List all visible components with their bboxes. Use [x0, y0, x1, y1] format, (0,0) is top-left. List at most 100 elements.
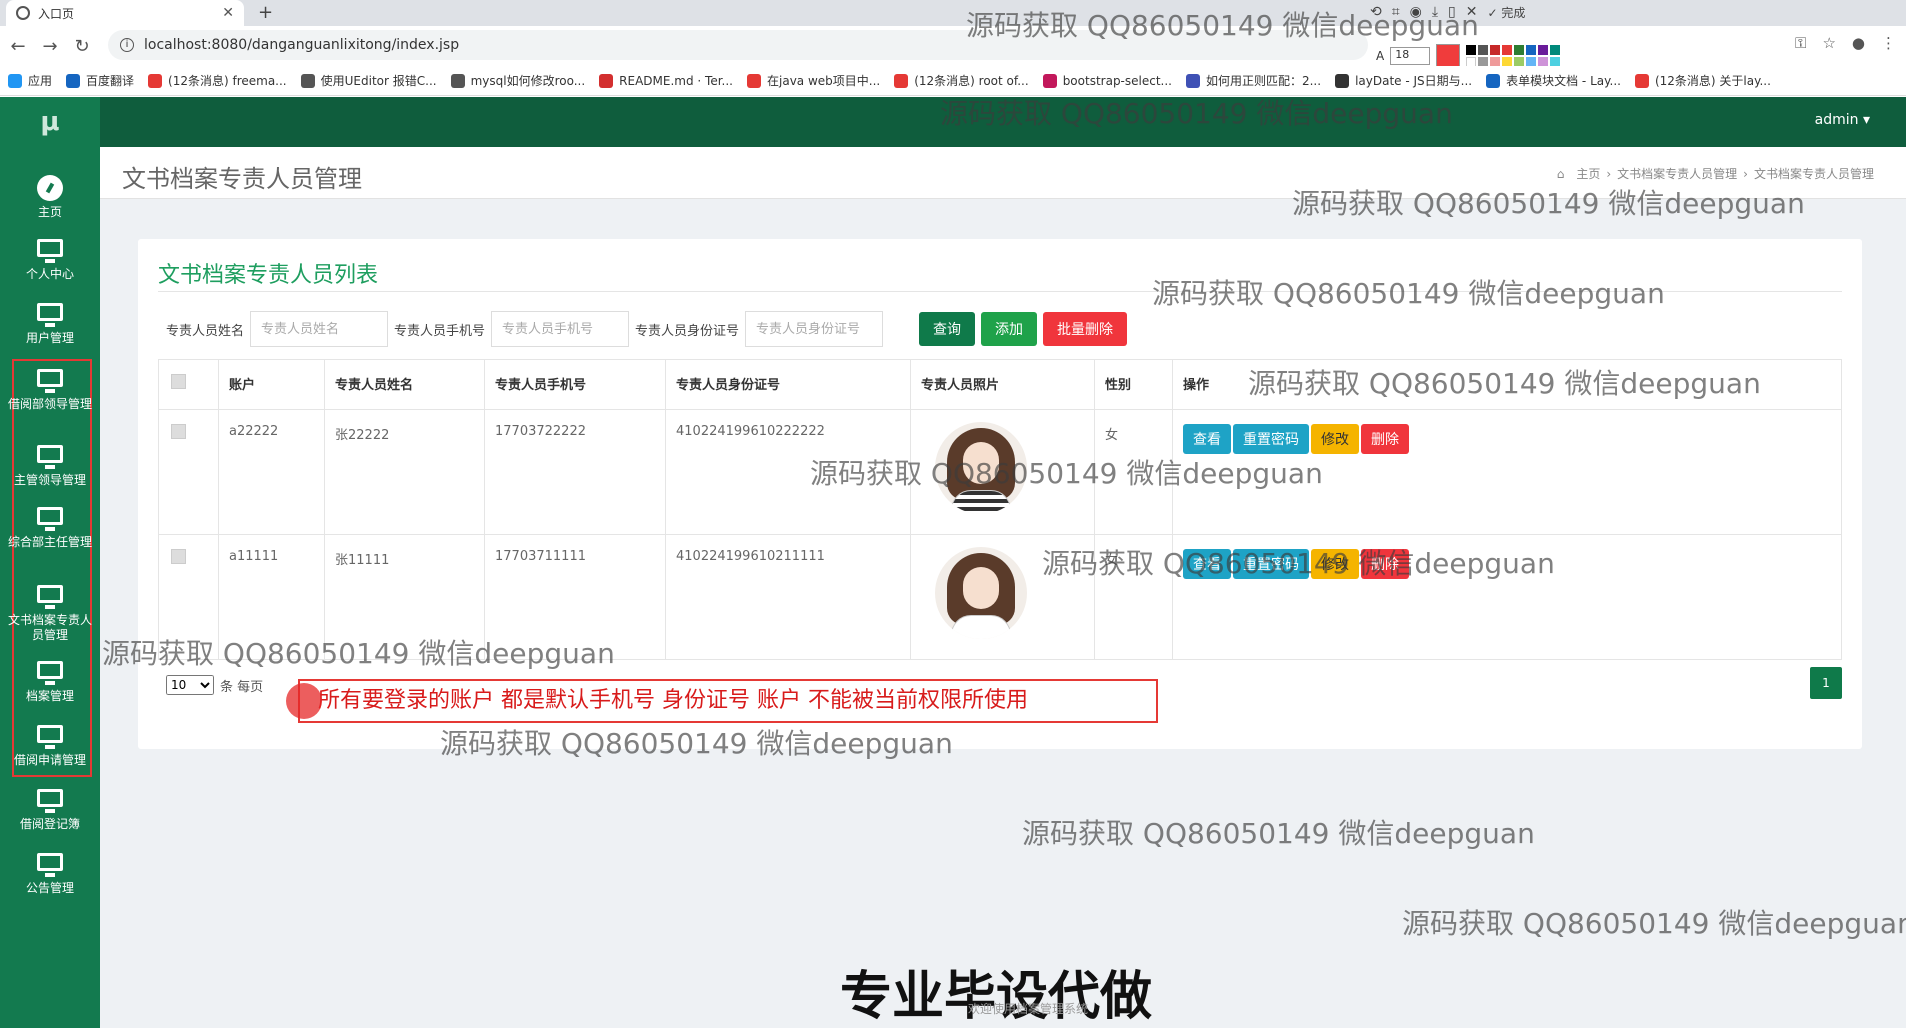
- col-name: 专责人员姓名: [324, 359, 485, 410]
- delete-button[interactable]: 删除: [1361, 549, 1409, 579]
- forward-icon[interactable]: →: [36, 36, 64, 57]
- browser-tab[interactable]: 入口页 ✕: [6, 0, 244, 26]
- breadcrumb-current: 文书档案专责人员管理: [1753, 167, 1874, 181]
- sidebar-item-label: 借阅部领导管理: [8, 397, 93, 411]
- extension-toolbar: ⟲ ⌗ ◉ ⤓ ▯ ✕ ✓ 完成: [1370, 4, 1525, 21]
- sidebar-item-7[interactable]: 档案管理: [0, 661, 100, 704]
- user-menu[interactable]: admin ▾: [1815, 112, 1870, 128]
- breadcrumb-section[interactable]: 文书档案专责人员管理: [1617, 167, 1737, 181]
- name-search-input[interactable]: [250, 311, 389, 347]
- info-icon[interactable]: i: [120, 38, 134, 52]
- bookmark-item[interactable]: layDate - JS日期与...: [1335, 72, 1472, 89]
- monitor-icon: [37, 445, 63, 469]
- new-tab-icon[interactable]: +: [258, 2, 273, 23]
- list-title: 文书档案专责人员列表: [158, 263, 379, 288]
- address-bar: ← → ↻ i localhost:8080/danganguanlixiton…: [0, 26, 1906, 66]
- sidebar-item-10[interactable]: 公告管理: [0, 853, 100, 896]
- row-checkbox[interactable]: [171, 424, 186, 439]
- cell-idcard: 410224199610222222: [665, 409, 911, 535]
- sidebar-item-9[interactable]: 借阅登记簿: [0, 789, 100, 832]
- bookmark-icon[interactable]: ▯: [1448, 4, 1456, 21]
- back-icon[interactable]: ←: [4, 36, 32, 57]
- cell-gender: 女: [1094, 409, 1173, 535]
- rotate-icon[interactable]: ⟲: [1370, 4, 1382, 21]
- bookmark-item[interactable]: (12条消息) freema...: [148, 72, 287, 89]
- reload-icon[interactable]: ↻: [68, 36, 96, 57]
- query-button[interactable]: 查询: [919, 312, 976, 346]
- delete-button[interactable]: 删除: [1361, 424, 1409, 454]
- bookmarks-bar: 应用 百度翻译 (12条消息) freema... 使用UEditor 报错C... m…: [0, 66, 1906, 96]
- menu-icon[interactable]: ⋮: [1881, 34, 1896, 52]
- cell-gender: 女: [1094, 534, 1173, 660]
- table-row: a11111 张11111 17703711111 41022419961021111…: [158, 534, 1842, 660]
- view-button[interactable]: 查看: [1183, 549, 1231, 579]
- home-icon: ⌂: [1556, 167, 1565, 181]
- font-icon: A: [1376, 49, 1385, 63]
- reset-password-button[interactable]: 重置密码: [1233, 424, 1309, 454]
- color-palette[interactable]: [1466, 45, 1561, 67]
- profile-icon[interactable]: ●: [1852, 34, 1865, 52]
- bookmark-item[interactable]: 在java web项目中...: [747, 72, 880, 89]
- close-tab-icon[interactable]: ✕: [222, 5, 234, 21]
- sidebar-item-8[interactable]: 借阅申请管理: [0, 725, 100, 768]
- select-all-checkbox[interactable]: [171, 374, 186, 389]
- page-size-select[interactable]: 10: [166, 675, 214, 695]
- bookmark-item[interactable]: (12条消息) 关于lay...: [1634, 72, 1771, 89]
- app-logo[interactable]: μ: [0, 97, 100, 147]
- bookmark-item[interactable]: 百度翻译: [66, 72, 134, 89]
- bookmark-item[interactable]: 如何用正则匹配：2...: [1185, 72, 1321, 89]
- reset-password-button[interactable]: 重置密码: [1233, 549, 1309, 579]
- sidebar-item-5[interactable]: 综合部主任管理: [0, 507, 100, 550]
- selected-color-swatch[interactable]: [1436, 44, 1461, 68]
- bookmark-item[interactable]: (12条消息) root of...: [894, 72, 1029, 89]
- bookmark-favicon-icon: [1335, 73, 1350, 88]
- pagination-page-1[interactable]: 1: [1810, 667, 1842, 699]
- monitor-icon: [37, 239, 63, 263]
- download-icon[interactable]: ⤓: [1432, 4, 1438, 21]
- bookmark-item[interactable]: 表单模块文档 - Lay...: [1486, 72, 1621, 89]
- edit-button[interactable]: 修改: [1311, 424, 1359, 454]
- close-icon[interactable]: ✕: [1466, 4, 1478, 21]
- sidebar-item-1[interactable]: 个人中心: [0, 239, 100, 282]
- row-checkbox[interactable]: [171, 549, 186, 564]
- bookmark-favicon-icon: [894, 73, 909, 88]
- top-navbar: μ admin ▾: [0, 97, 1906, 147]
- bookmark-favicon-icon: [148, 73, 163, 88]
- url-field[interactable]: i localhost:8080/danganguanlixitong/inde…: [108, 30, 1368, 60]
- highlight-box: [12, 359, 92, 777]
- cell-phone: 17703722222: [484, 409, 666, 535]
- breadcrumb-home[interactable]: 主页: [1576, 167, 1600, 181]
- sidebar-item-label: 借阅申请管理: [13, 753, 86, 767]
- view-button[interactable]: 查看: [1183, 424, 1231, 454]
- idcard-search-input[interactable]: [745, 311, 884, 347]
- monitor-icon: [37, 507, 63, 531]
- sidebar-item-4[interactable]: 主管领导管理: [0, 445, 100, 488]
- bookmark-item[interactable]: README.md · Ter...: [599, 73, 733, 88]
- name-label: 专责人员姓名: [166, 323, 245, 339]
- bookmark-favicon-icon: [1634, 73, 1649, 88]
- phone-search-input[interactable]: [491, 311, 630, 347]
- key-icon[interactable]: ⚿: [1795, 34, 1806, 52]
- bookmark-favicon-icon: [1042, 73, 1057, 88]
- add-button[interactable]: 添加: [981, 312, 1038, 346]
- phone-label: 专责人员手机号: [394, 323, 486, 339]
- bookmark-item[interactable]: 使用UEditor 报错C...: [300, 72, 437, 89]
- done-button[interactable]: ✓ 完成: [1488, 4, 1526, 21]
- monitor-icon: [37, 369, 63, 393]
- bookmark-item[interactable]: bootstrap-select...: [1042, 73, 1172, 88]
- monitor-icon: [37, 789, 63, 813]
- record-icon[interactable]: ◉: [1410, 4, 1422, 21]
- sidebar-item-2[interactable]: 用户管理: [0, 303, 100, 346]
- sidebar-item-6[interactable]: 文书档案专责人员管理: [0, 585, 100, 643]
- bookmark-item[interactable]: 应用: [8, 72, 52, 89]
- per-page-label: 条 每页: [220, 679, 264, 695]
- bookmark-item[interactable]: mysql如何修改roo...: [450, 72, 585, 89]
- edit-button[interactable]: 修改: [1311, 549, 1359, 579]
- crop-icon[interactable]: ⌗: [1392, 4, 1400, 21]
- font-size-select[interactable]: 18: [1390, 47, 1431, 65]
- monitor-icon: [37, 585, 63, 609]
- star-icon[interactable]: ☆: [1822, 34, 1835, 52]
- sidebar-item-0[interactable]: 主页: [0, 175, 100, 220]
- sidebar-item-3[interactable]: 借阅部领导管理: [0, 369, 100, 412]
- batch-delete-button[interactable]: 批量删除: [1043, 312, 1128, 346]
